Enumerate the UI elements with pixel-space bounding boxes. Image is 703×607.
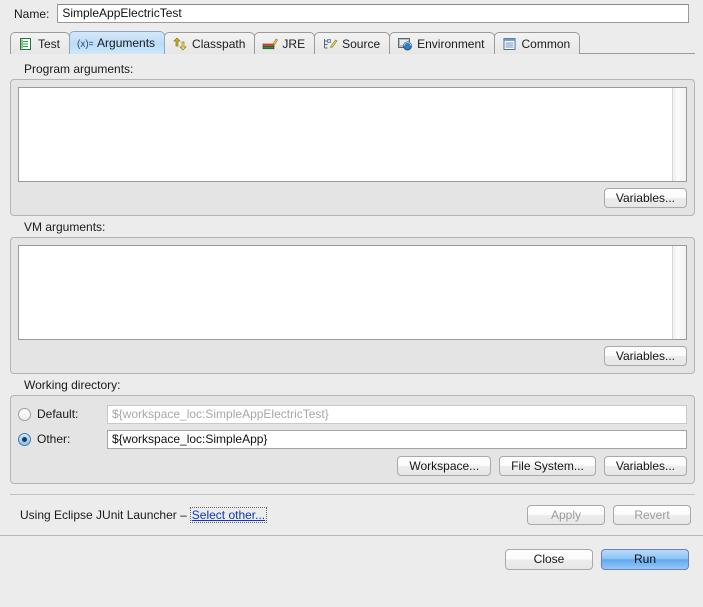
- run-button[interactable]: Run: [601, 548, 689, 570]
- working-directory-section: Working directory: Default: Other: Works…: [10, 378, 695, 484]
- arguments-tab-content: Program arguments: Variables... VM argum…: [10, 54, 695, 484]
- vm-arguments-textarea[interactable]: [19, 246, 672, 339]
- tab-classpath[interactable]: Classpath: [164, 32, 256, 54]
- program-arguments-buttons: Variables...: [18, 188, 687, 208]
- tab-bar: Test (x)= Arguments Classpath JRE Source…: [10, 30, 695, 54]
- program-arguments-group: Variables...: [10, 79, 695, 216]
- common-icon: [502, 37, 518, 51]
- working-directory-default-input[interactable]: [107, 404, 687, 424]
- close-button[interactable]: Close: [505, 548, 593, 570]
- svg-text:(x)=: (x)=: [77, 39, 93, 50]
- vm-arguments-buttons: Variables...: [18, 346, 687, 366]
- arguments-icon: (x)=: [77, 36, 95, 50]
- working-directory-variables-button[interactable]: Variables...: [603, 456, 687, 476]
- name-row: Name:: [0, 0, 703, 27]
- tab-source[interactable]: Source: [314, 32, 391, 54]
- program-arguments-variables-button[interactable]: Variables...: [603, 188, 687, 208]
- tab-test[interactable]: Test: [10, 32, 71, 54]
- tab-common[interactable]: Common: [493, 32, 581, 54]
- classpath-icon: [172, 37, 188, 51]
- working-directory-default-radio[interactable]: [18, 407, 31, 421]
- tab-label: Common: [521, 36, 571, 51]
- working-directory-default-label: Default:: [37, 407, 79, 421]
- working-directory-other-row: Other:: [18, 428, 687, 450]
- tab-label: Classpath: [192, 36, 246, 51]
- vm-arguments-group: Variables...: [10, 237, 695, 374]
- vm-arguments-variables-button[interactable]: Variables...: [603, 346, 687, 366]
- tab-label: JRE: [282, 36, 306, 51]
- tab-label: Source: [342, 36, 381, 51]
- tab-arguments[interactable]: (x)= Arguments: [69, 31, 166, 54]
- program-arguments-textarea[interactable]: [19, 88, 672, 181]
- working-directory-default-row: Default:: [18, 403, 687, 425]
- program-arguments-label: Program arguments:: [24, 62, 134, 76]
- vm-arguments-label: VM arguments:: [24, 220, 106, 234]
- jre-icon: [262, 37, 279, 51]
- revert-button[interactable]: Revert: [613, 505, 691, 525]
- workspace-button[interactable]: Workspace...: [397, 456, 492, 476]
- name-input[interactable]: [57, 4, 689, 23]
- program-arguments-scrollbar[interactable]: [672, 88, 686, 181]
- program-arguments-field-wrap: [18, 87, 687, 182]
- tab-label: Test: [38, 36, 61, 51]
- vm-arguments-field-wrap: [18, 245, 687, 340]
- name-label: Name:: [14, 6, 50, 21]
- tab-environment[interactable]: Environment: [389, 32, 495, 54]
- working-directory-group: Default: Other: Workspace... File System…: [10, 395, 695, 484]
- environment-icon: [397, 37, 413, 51]
- vm-arguments-section: VM arguments: Variables...: [10, 220, 695, 374]
- tab-jre[interactable]: JRE: [254, 32, 316, 54]
- working-directory-other-input[interactable]: [107, 429, 687, 449]
- vm-arguments-scrollbar[interactable]: [672, 246, 686, 339]
- working-directory-label: Working directory:: [24, 378, 121, 392]
- working-directory-buttons: Workspace... File System... Variables...: [18, 456, 687, 476]
- apply-button[interactable]: Apply: [527, 505, 605, 525]
- file-system-button[interactable]: File System...: [499, 456, 596, 476]
- working-directory-other-radio[interactable]: [18, 432, 31, 446]
- program-arguments-section: Program arguments: Variables...: [10, 62, 695, 216]
- tab-label: Arguments: [97, 36, 156, 50]
- tab-label: Environment: [417, 36, 485, 51]
- launcher-text: Using Eclipse JUnit Launcher –: [20, 508, 187, 522]
- dialog-button-bar: Close Run: [0, 536, 703, 582]
- source-icon: [322, 37, 338, 51]
- test-icon: [18, 37, 34, 51]
- working-directory-other-label: Other:: [37, 432, 71, 446]
- select-other-link[interactable]: Select other...: [189, 507, 268, 523]
- launcher-row: Using Eclipse JUnit Launcher – Select ot…: [0, 495, 703, 535]
